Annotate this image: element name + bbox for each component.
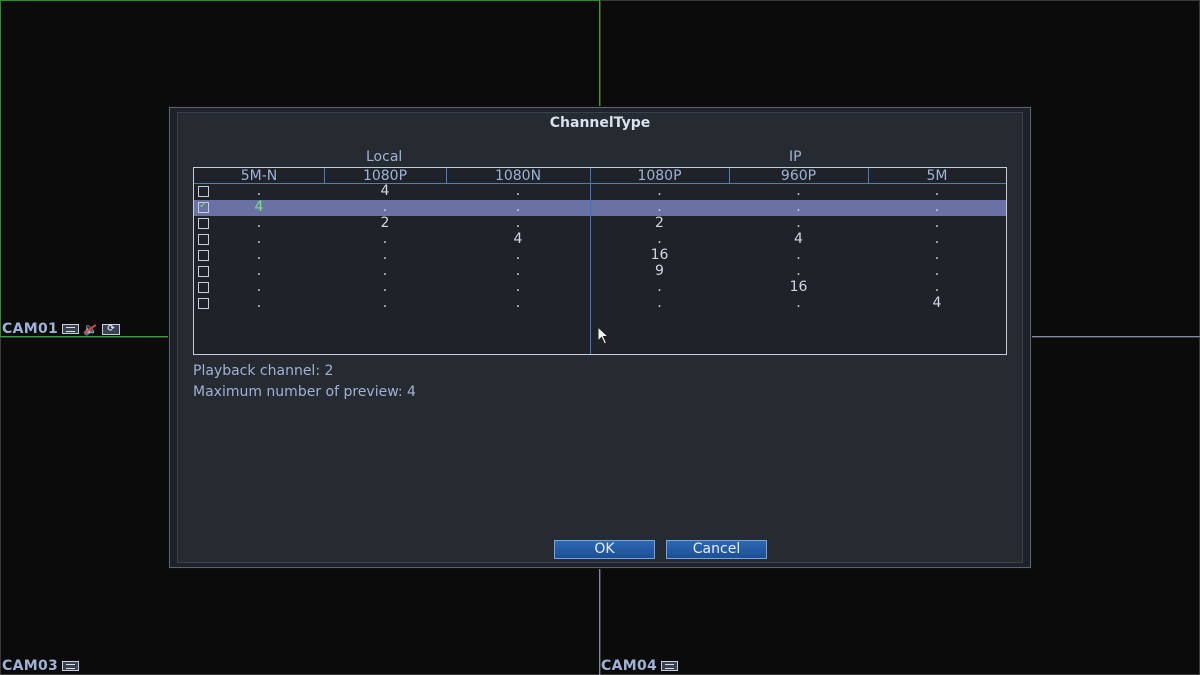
table-cell: 4 <box>794 231 803 247</box>
cam04-label: CAM04 <box>601 658 679 674</box>
table-cell: . <box>382 199 388 215</box>
table-cell: 4 <box>380 183 390 199</box>
table-cell: . <box>657 231 662 247</box>
table-cell: . <box>515 279 521 295</box>
column-header: 5M-N <box>240 168 278 184</box>
table-row[interactable]: . 2. 2.. <box>194 216 1006 232</box>
column-separator <box>868 168 869 184</box>
table-cell: . <box>934 215 940 231</box>
table-row[interactable]: .... 16. <box>194 280 1006 296</box>
table-row[interactable]: ... 9.. <box>194 264 1006 280</box>
table-cell: . <box>934 231 940 247</box>
table-cell: . <box>796 199 801 215</box>
table-cell: . <box>515 295 521 311</box>
table-cell: . <box>382 279 388 295</box>
group-header-local: Local <box>366 149 403 165</box>
cancel-button[interactable]: Cancel <box>666 540 767 559</box>
column-separator <box>729 168 730 184</box>
table-cell: . <box>256 263 262 279</box>
column-header: 5M <box>926 168 948 184</box>
dialog-title: ChannelType <box>549 115 651 131</box>
table-cell: 16 <box>650 247 669 263</box>
table-row[interactable]: ... 16.. <box>194 248 1006 264</box>
table-cell: 4 <box>254 199 264 215</box>
table-row[interactable]: ..... 4 <box>194 296 1006 312</box>
table-cell: . <box>796 215 801 231</box>
table-cell: . <box>796 295 801 311</box>
table-cell: 2 <box>655 215 664 231</box>
active-view-border-vertical <box>599 0 600 108</box>
ok-button[interactable]: OK <box>554 540 655 559</box>
camera-icon <box>62 661 80 671</box>
column-header: 1080P <box>637 168 682 184</box>
column-header: 960P <box>780 168 817 184</box>
cam01-label: CAM01 🔈 ⟳ <box>2 321 121 337</box>
table-cell: . <box>382 231 388 247</box>
table-cell: . <box>657 295 662 311</box>
camera-icon <box>661 661 679 671</box>
table-cell: 9 <box>655 263 664 279</box>
table-cell: . <box>934 279 940 295</box>
table-cell: . <box>515 183 521 199</box>
table-cell: . <box>515 263 521 279</box>
table-cell: . <box>796 183 801 199</box>
table-cell: . <box>382 295 388 311</box>
max-preview-text: Maximum number of preview: 4 <box>193 384 416 400</box>
table-cell: . <box>256 231 262 247</box>
column-separator <box>324 168 325 184</box>
table-cell: 2 <box>380 215 390 231</box>
table-cell: . <box>657 183 662 199</box>
table-cell: . <box>657 279 662 295</box>
table-row[interactable]: . 4.... <box>194 184 1006 200</box>
table-cell: . <box>934 199 940 215</box>
table-cell: . <box>256 295 262 311</box>
table-cell: . <box>515 199 521 215</box>
cam-label-text: CAM03 <box>2 658 59 674</box>
table-cell: . <box>515 215 521 231</box>
table-cell: . <box>515 247 521 263</box>
table-cell: . <box>256 215 262 231</box>
table-cell: . <box>796 247 801 263</box>
local-ip-divider <box>590 168 591 354</box>
table-cell: . <box>382 247 388 263</box>
cam-label-text: CAM04 <box>601 658 658 674</box>
table-cell: 4 <box>513 231 523 247</box>
column-separator <box>446 168 447 184</box>
mute-icon: 🔈 <box>83 322 99 336</box>
table-cell: . <box>382 263 388 279</box>
cam03-label: CAM03 <box>2 658 80 674</box>
record-icon: ⟳ <box>102 323 121 335</box>
table-cell: 16 <box>789 279 808 295</box>
table-cell: . <box>796 263 801 279</box>
table-cell: 4 <box>932 295 942 311</box>
mouse-cursor-icon <box>597 326 610 345</box>
column-header: 1080P <box>362 168 408 184</box>
cam-label-text: CAM01 <box>2 321 59 337</box>
table-cell: . <box>934 247 940 263</box>
group-header-ip: IP <box>789 149 802 165</box>
table-cell: . <box>256 183 262 199</box>
camera-icon <box>62 324 80 334</box>
playback-channel-text: Playback channel: 2 <box>193 363 334 379</box>
table-cell: . <box>256 247 262 263</box>
table-row[interactable]: 4..... <box>194 200 1006 216</box>
table-cell: . <box>657 199 662 215</box>
column-header: 1080N <box>494 168 542 184</box>
table-cell: . <box>934 263 940 279</box>
table-row[interactable]: .. 4. 4. <box>194 232 1006 248</box>
table-cell: . <box>934 183 940 199</box>
table-cell: . <box>256 279 262 295</box>
